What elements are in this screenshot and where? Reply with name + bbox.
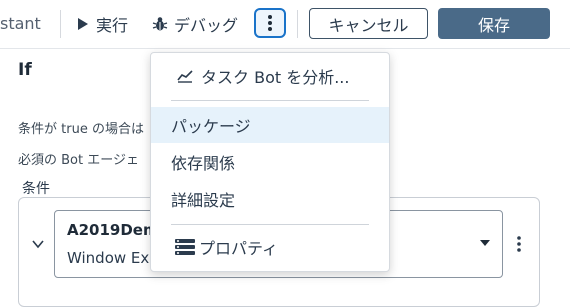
cancel-button[interactable]: キャンセル [309,8,428,39]
vertical-ellipsis-icon [268,15,272,31]
properties-icon [175,239,195,255]
caret-down-icon [480,240,490,246]
menu-item-label: パッケージ [171,117,251,136]
app-name: stant [0,14,41,33]
condition-select-subtitle: Window Ex [67,249,150,267]
menu-item-dependencies[interactable]: 依存関係 [151,144,389,180]
vertical-ellipsis-icon[interactable] [514,234,524,254]
condition-label: 条件 [22,181,50,197]
menu-divider [171,100,369,101]
bug-icon [152,17,168,31]
toolbar: stant 実行 デバッグ キャンセル 保存 [0,0,570,49]
menu-divider [171,224,369,225]
debug-button[interactable]: デバッグ [152,0,238,48]
more-options-button[interactable] [254,8,286,38]
description-line-2: 必須の Bot エージェ [18,153,139,168]
run-button[interactable]: 実行 [78,0,128,48]
condition-select-title: A2019Dem [67,221,159,239]
menu-item-packages[interactable]: パッケージ [151,107,389,143]
run-label: 実行 [96,16,129,35]
menu-item-label: プロパティ [199,239,279,258]
debug-label: デバッグ [174,16,239,35]
play-icon [78,18,88,30]
toolbar-divider [60,10,61,38]
menu-item-advanced-settings[interactable]: 詳細設定 [151,181,389,217]
menu-item-label: 依存関係 [171,154,236,173]
toolbar-divider [297,10,298,38]
menu-item-label: 詳細設定 [171,191,236,210]
menu-item-label: タスク Bot を分析... [201,68,350,87]
save-button[interactable]: 保存 [438,8,550,39]
menu-item-properties[interactable]: プロパティ [151,229,389,265]
chevron-down-icon[interactable] [30,236,46,252]
menu-item-analyze-bot[interactable]: タスク Bot を分析... [151,58,389,94]
panel-title: If [18,60,32,80]
description-line-1: 条件が true の場合は [18,122,144,137]
analytics-icon [177,70,193,83]
more-options-menu: タスク Bot を分析... パッケージ 依存関係 詳細設定 プロパティ [150,52,390,272]
